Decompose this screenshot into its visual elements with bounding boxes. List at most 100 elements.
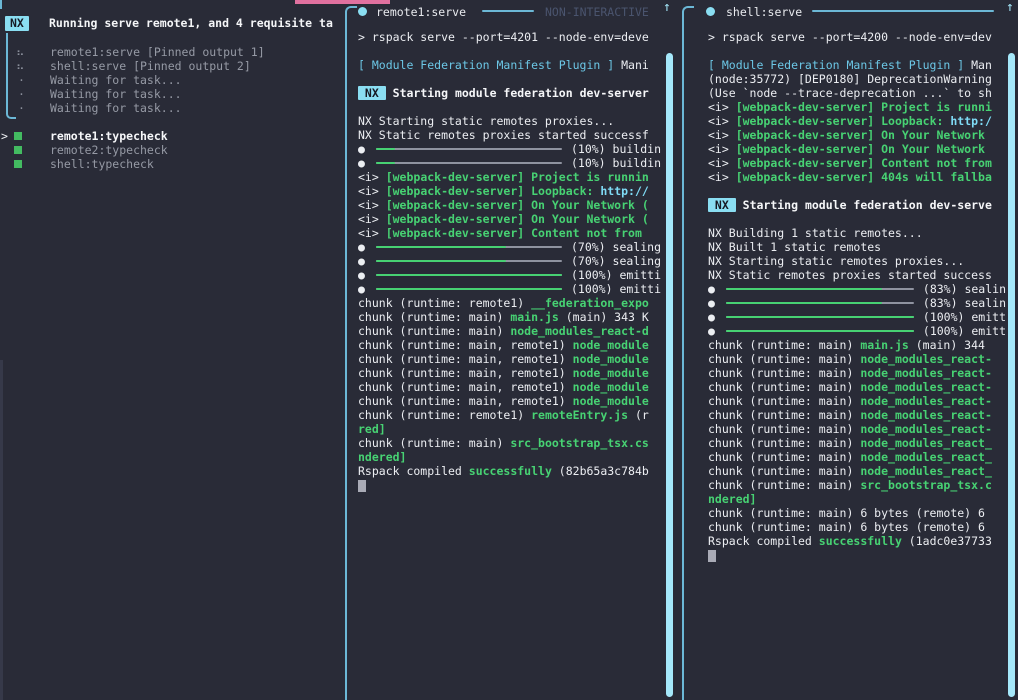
progress-label: (100%) emitt (923, 324, 1006, 338)
nx-badge: NX (5, 16, 29, 31)
task-status-square-icon (14, 132, 22, 140)
task-label: remote2:typecheck (50, 143, 168, 157)
progress-bullet-icon: ● (708, 296, 715, 310)
task-row[interactable]: remote2:typecheck (0, 143, 341, 157)
terminal-line: <i> [webpack-dev-server] On Your Network… (358, 198, 661, 212)
terminal-cursor (358, 480, 366, 492)
progress-bar (376, 148, 562, 150)
progress-label: (70%) sealing (571, 254, 661, 268)
task-row[interactable]: shell:typecheck (0, 157, 341, 171)
terminal-line: Rspack compiled successfully (82b65a3c78… (358, 464, 661, 478)
terminal-output: > rspack serve --port=4201 --node-env=de… (358, 30, 661, 492)
terminal-line: chunk (runtime: main) src_bootstrap_tsx.… (708, 478, 1006, 492)
task-row[interactable]: >remote1:typecheck (0, 129, 341, 143)
terminal-line: ndered] (358, 450, 661, 464)
terminal-line: chunk (runtime: main) node_modules_react… (708, 408, 1006, 422)
progress-bullet-icon: ● (358, 282, 365, 296)
terminal-line: (Use `node --trace-deprecation ...` to s… (708, 86, 1006, 100)
terminal-line: chunk (runtime: main, remote1) node_modu… (358, 380, 661, 394)
terminal-line: ndered] (708, 492, 1006, 506)
progress-label: (100%) emitti (571, 282, 661, 296)
task-label: Waiting for task... (50, 87, 182, 101)
progress-bar-fill (726, 302, 882, 304)
task-row[interactable]: ⠦ shell:serve [Pinned output 2] (0, 59, 341, 73)
terminal-line: chunk (runtime: main) src_bootstrap_tsx.… (358, 436, 661, 450)
terminal-line: ● (100%) emitt (708, 324, 1006, 338)
terminal-line: > rspack serve --port=4200 --node-env=de… (708, 30, 1006, 44)
terminal-line: <i> [webpack-dev-server] Project is runn… (708, 100, 1006, 114)
terminal-line: ● (70%) sealing (358, 240, 661, 254)
progress-bar-fill (376, 148, 395, 150)
progress-bullet-icon: ● (708, 324, 715, 338)
terminal-line: chunk (runtime: main) node_modules_react… (708, 450, 1006, 464)
terminal-line: chunk (runtime: main) node_modules_react… (708, 394, 1006, 408)
task-row[interactable]: ⠦remote1:serve [Pinned output 1] (0, 45, 341, 59)
progress-bullet-icon: ● (358, 142, 365, 156)
progress-bullet-icon: ● (708, 310, 715, 324)
terminal-line (358, 100, 661, 114)
progress-bar (726, 288, 914, 290)
progress-bullet-icon: ● (358, 240, 365, 254)
task-row[interactable]: ·Waiting for task... (0, 87, 341, 101)
terminal-line (358, 478, 661, 492)
task-row[interactable]: ·Waiting for task... (0, 73, 341, 87)
terminal-line: chunk (runtime: main) node_modules_react… (708, 436, 1006, 450)
terminal-line: ●(10%) buildin (358, 142, 661, 156)
panel-title: shell:serve (726, 4, 802, 20)
progress-label: (10%) buildin (571, 156, 661, 170)
terminal-line: chunk (runtime: main, remote1) node_modu… (358, 338, 661, 352)
terminal-line: NX Built 1 static remotes (708, 240, 1006, 254)
terminal-line: chunk (runtime: main) node_modules_react… (358, 324, 661, 338)
tasks-panel[interactable]: NX Running serve remote1, and 4 requisit… (0, 0, 341, 700)
panel-title: remote1:serve (376, 4, 466, 20)
task-row[interactable]: ·Waiting for task... (0, 101, 341, 115)
dot-icon: · (18, 73, 25, 87)
scroll-up-icon[interactable]: ↑ (663, 1, 671, 15)
left-scrollbar[interactable] (0, 360, 3, 700)
terminal-line: ● (83%) sealin (708, 296, 1006, 310)
terminal-line: ● (100%) emitti (358, 282, 661, 296)
spinner-icon: ⠦ (16, 59, 24, 73)
scrollbar-thumb[interactable] (1008, 53, 1015, 697)
progress-bar-fill (376, 274, 562, 276)
task-label: shell:serve [Pinned output 2] (50, 59, 251, 73)
terminal-line: red] (358, 422, 661, 436)
task-label: remote1:serve [Pinned output 1] (50, 45, 265, 59)
terminal-line: <i> [webpack-dev-server] 404s will fallb… (708, 170, 1006, 184)
terminal-line: ●(70%) sealing (358, 254, 661, 268)
terminal-line: <i> [webpack-dev-server] Project is runn… (358, 170, 661, 184)
terminal-line: NX Starting module federation dev-server (358, 86, 661, 100)
progress-bar-fill (376, 288, 562, 290)
terminal-line (708, 548, 1006, 562)
progress-bar (376, 246, 562, 248)
status-dot-icon (706, 7, 715, 16)
progress-bar (726, 330, 914, 332)
terminal-line: Rspack compiled successfully (1adc0e3773… (708, 534, 1006, 548)
progress-label: (83%) sealin (923, 296, 1006, 310)
terminal-panel-shell[interactable]: shell:serve > rspack serve --port=4200 -… (682, 0, 1018, 700)
tasks-title: Running serve remote1, and 4 requisite t… (49, 15, 341, 31)
scrollbar-thumb[interactable] (666, 53, 673, 697)
terminal-line: (node:35772) [DEP0180] DeprecationWarnin… (708, 72, 1006, 86)
panel-border (345, 6, 357, 700)
terminal-line: <i> [webpack-dev-server] On Your Network… (358, 212, 661, 226)
terminal-line: NX Static remotes proxies started succes… (358, 128, 661, 142)
progress-label: (70%) sealing (571, 240, 661, 254)
terminal-line: ●(100%) emitti (358, 268, 661, 282)
scroll-up-icon[interactable]: ↑ (1006, 1, 1014, 15)
terminal-line: <i> [webpack-dev-server] Loopback: http:… (358, 184, 661, 198)
terminal-line: chunk (runtime: main) node_modules_react… (708, 352, 1006, 366)
task-status-square-icon (14, 146, 22, 154)
terminal-line (708, 212, 1006, 226)
terminal-line: <i> [webpack-dev-server] Content not fro… (358, 226, 661, 240)
terminal-line: NX Starting static remotes proxies... (358, 114, 661, 128)
progress-bullet-icon: ● (358, 156, 365, 170)
terminal-panel-remote1[interactable]: remote1:serve NON-INTERACTIVE > rspack s… (345, 0, 675, 700)
terminal-line: <i> [webpack-dev-server] Content not fro… (708, 156, 1006, 170)
progress-bar-fill (376, 246, 506, 248)
terminal-line: chunk (runtime: main) node_modules_react… (708, 422, 1006, 436)
panel-edge-accent (0, 0, 2, 9)
terminal-line: ●(100%) emitt (708, 310, 1006, 324)
terminal-line: chunk (runtime: main) main.js (main) 343… (358, 310, 661, 324)
progress-bar (376, 162, 562, 164)
